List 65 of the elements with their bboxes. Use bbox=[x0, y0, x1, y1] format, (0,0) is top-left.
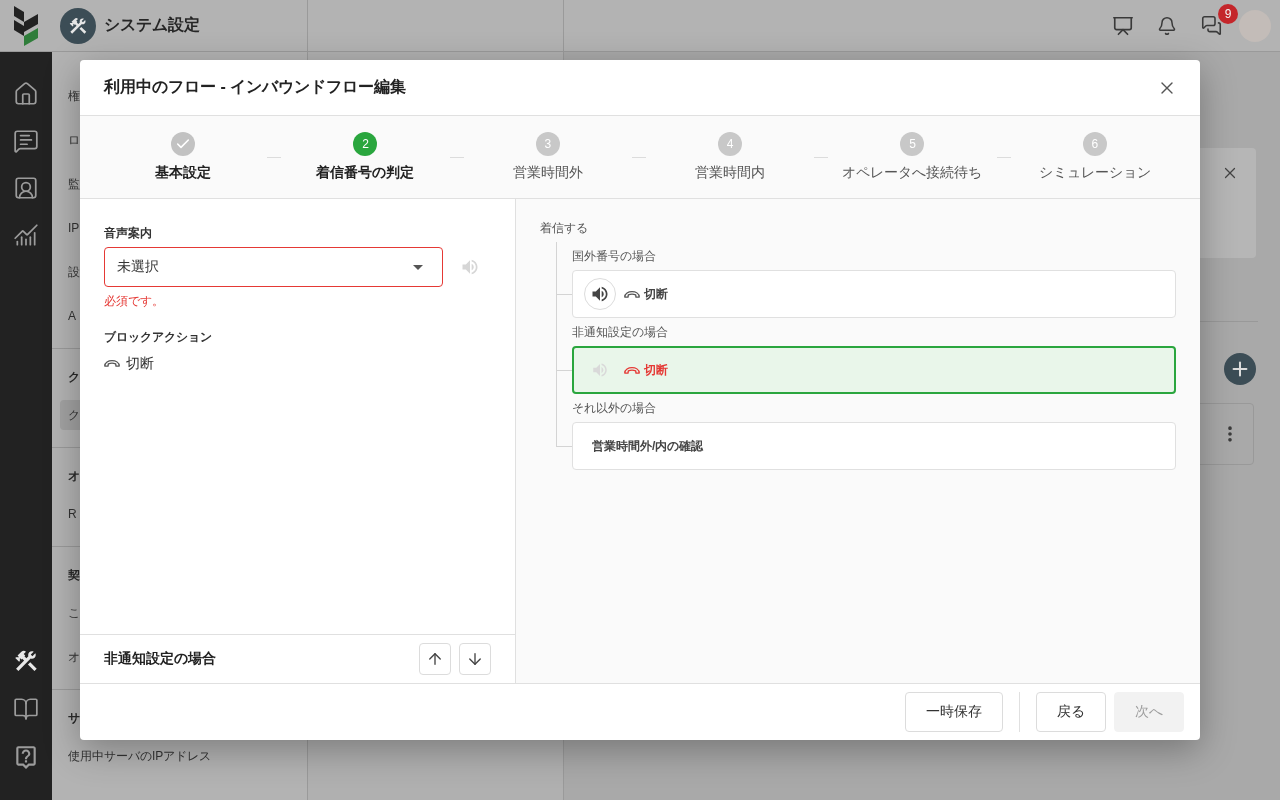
arrow-down-icon bbox=[466, 650, 484, 668]
add-button[interactable] bbox=[1224, 353, 1256, 385]
section-title: ク bbox=[67, 369, 80, 386]
field-label: 音声案内 bbox=[104, 225, 152, 241]
action-label: 切断 bbox=[644, 361, 668, 379]
tools-icon bbox=[13, 648, 39, 674]
sidebar-item[interactable]: A bbox=[60, 301, 76, 331]
dialog-title: 利用中のフロー - インバウンドフロー編集 bbox=[104, 77, 407, 97]
flow-root-label: 着信する bbox=[540, 220, 588, 236]
sidebar-item[interactable]: 監 bbox=[60, 169, 80, 199]
sidebar-item[interactable]: こ bbox=[60, 598, 80, 628]
help-icon bbox=[13, 744, 39, 770]
step-label: オペレータへ接続待ち bbox=[842, 163, 983, 182]
tools-icon bbox=[60, 7, 96, 44]
voice-guide-select[interactable]: 未選択 bbox=[104, 247, 443, 287]
contact-card-icon bbox=[13, 175, 39, 201]
step-number: 2 bbox=[353, 132, 378, 156]
save-draft-button[interactable]: 一時保存 bbox=[905, 692, 1003, 732]
step-label: 基本設定 bbox=[155, 163, 212, 182]
sidebar-item[interactable]: IP bbox=[60, 213, 80, 243]
book-icon bbox=[13, 696, 39, 722]
speaker-icon bbox=[590, 284, 610, 304]
branch-card[interactable]: 営業時間外/内の確認 bbox=[572, 422, 1176, 470]
move-down-button[interactable] bbox=[459, 643, 491, 675]
sidebar-item[interactable]: 権 bbox=[60, 81, 80, 111]
next-step-label: 営業時間外/内の確認 bbox=[591, 437, 704, 455]
branch-card[interactable]: 切断 bbox=[572, 346, 1176, 394]
step-label: 営業時間外 bbox=[512, 163, 583, 182]
bell-icon bbox=[1157, 15, 1177, 36]
section-title: サ bbox=[67, 710, 80, 727]
action-label: 切断 bbox=[644, 285, 668, 303]
logo-icon bbox=[14, 5, 38, 46]
move-up-button[interactable] bbox=[419, 643, 451, 675]
sidebar-item[interactable]: ク bbox=[60, 400, 80, 430]
step-label: シミュレーション bbox=[1038, 163, 1151, 182]
action-value: 切断 bbox=[126, 354, 154, 373]
branch-label: それ以外の場合 bbox=[572, 400, 656, 417]
caret-icon bbox=[413, 264, 423, 270]
selected-branch-label: 非通知設定の場合 bbox=[104, 650, 216, 668]
branch-card[interactable]: 切断 bbox=[572, 270, 1176, 318]
hang-up-icon bbox=[624, 290, 640, 298]
sidebar-item[interactable]: ロ bbox=[60, 125, 80, 155]
chat-icon bbox=[1200, 15, 1222, 36]
message-icon bbox=[13, 128, 39, 154]
home-icon bbox=[13, 81, 39, 107]
branch-label: 国外番号の場合 bbox=[572, 248, 656, 265]
back-button[interactable]: 戻る bbox=[1036, 692, 1106, 732]
speaker-button[interactable] bbox=[584, 278, 616, 310]
sidebar-item[interactable]: 設 bbox=[60, 257, 80, 287]
chart-icon bbox=[13, 222, 39, 248]
presentation-icon bbox=[1112, 14, 1134, 37]
field-label: ブロックアクション bbox=[104, 329, 212, 345]
section-title: オ bbox=[67, 468, 80, 485]
hang-up-icon bbox=[104, 359, 120, 367]
sidebar-item[interactable]: R bbox=[60, 499, 77, 529]
step-label: 営業時間内 bbox=[695, 163, 766, 182]
notification-badge: 9 bbox=[1218, 3, 1238, 24]
hang-up-icon bbox=[624, 366, 640, 374]
step-label: 着信番号の判定 bbox=[316, 163, 415, 182]
section-title: 契 bbox=[67, 567, 80, 584]
app-title: システム設定 bbox=[104, 15, 200, 35]
sidebar-item[interactable]: 使用中サーバのIPアドレス bbox=[60, 741, 212, 771]
branch-label: 非通知設定の場合 bbox=[572, 324, 668, 341]
sidebar-item[interactable]: オ bbox=[60, 642, 80, 672]
error-message: 必須です。 bbox=[104, 293, 164, 309]
